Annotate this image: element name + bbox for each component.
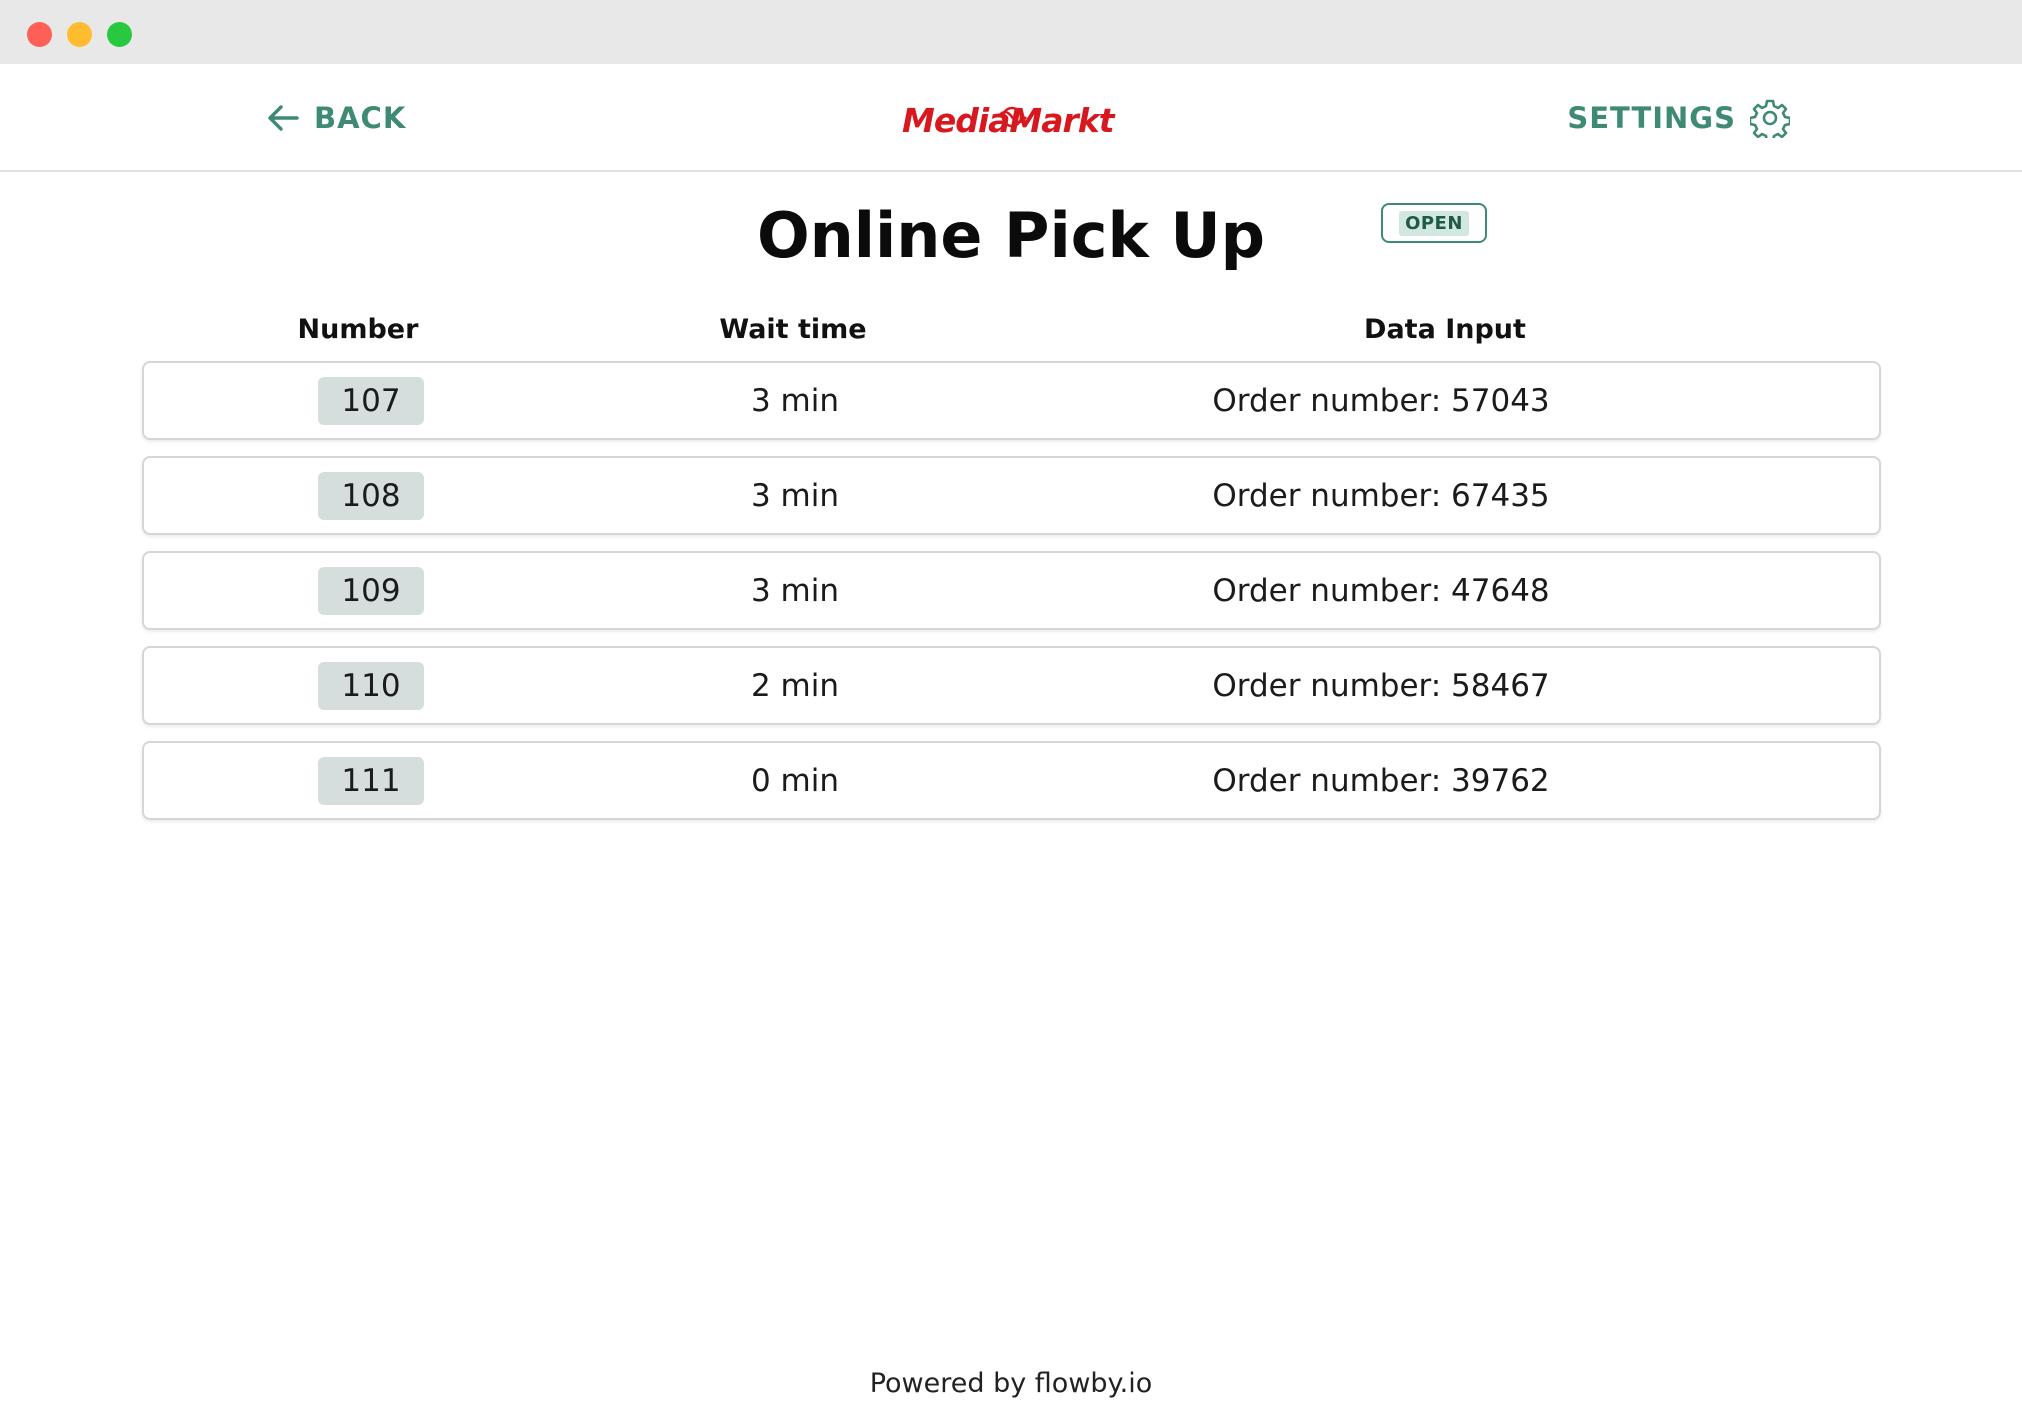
data-input: Order number: 58467	[1212, 667, 1550, 704]
queue-list: 107 3 min Order number: 57043 108 3 min …	[142, 361, 1881, 836]
column-header-wait-time: Wait time	[719, 314, 867, 345]
ticket-number: 109	[318, 567, 424, 615]
table-row[interactable]: 109 3 min Order number: 47648	[142, 551, 1881, 630]
table-row[interactable]: 111 0 min Order number: 39762	[142, 741, 1881, 820]
wait-time: 0 min	[750, 762, 840, 799]
wait-time: 2 min	[750, 667, 840, 704]
minimize-window-button[interactable]	[67, 22, 92, 47]
wait-time: 3 min	[750, 572, 840, 609]
close-window-button[interactable]	[27, 22, 52, 47]
arrow-left-icon	[266, 103, 300, 133]
top-header: BACK MediaMarkt SETTINGS	[0, 64, 2022, 172]
settings-label: SETTINGS	[1567, 101, 1736, 135]
app-window: BACK MediaMarkt SETTINGS Online Pick Up …	[0, 0, 2022, 1407]
status-badge: OPEN	[1381, 203, 1487, 243]
back-label: BACK	[314, 101, 407, 135]
status-badge-label: OPEN	[1399, 210, 1469, 236]
back-button[interactable]: BACK	[266, 94, 406, 142]
ticket-number: 107	[318, 377, 424, 425]
table-row[interactable]: 107 3 min Order number: 57043	[142, 361, 1881, 440]
table-row[interactable]: 108 3 min Order number: 67435	[142, 456, 1881, 535]
data-input: Order number: 47648	[1212, 572, 1550, 609]
table-row[interactable]: 110 2 min Order number: 58467	[142, 646, 1881, 725]
logo-text: MediaMarkt	[902, 101, 1116, 140]
data-input: Order number: 57043	[1212, 382, 1550, 419]
data-input: Order number: 39762	[1212, 762, 1550, 799]
mediamarkt-logo: MediaMarkt	[900, 92, 1120, 146]
ticket-number: 110	[318, 662, 424, 710]
wait-time: 3 min	[750, 477, 840, 514]
ticket-number: 108	[318, 472, 424, 520]
column-header-data-input: Data Input	[1364, 314, 1526, 345]
column-header-number: Number	[297, 314, 419, 345]
title-bar	[0, 0, 2022, 64]
data-input: Order number: 67435	[1212, 477, 1550, 514]
ticket-number: 111	[318, 757, 424, 805]
settings-button[interactable]: SETTINGS	[1567, 94, 1790, 142]
powered-by-footer: Powered by flowby.io	[869, 1368, 1153, 1399]
page-title: Online Pick Up	[756, 199, 1266, 272]
wait-time: 3 min	[750, 382, 840, 419]
gear-icon	[1750, 98, 1790, 138]
maximize-window-button[interactable]	[107, 22, 132, 47]
